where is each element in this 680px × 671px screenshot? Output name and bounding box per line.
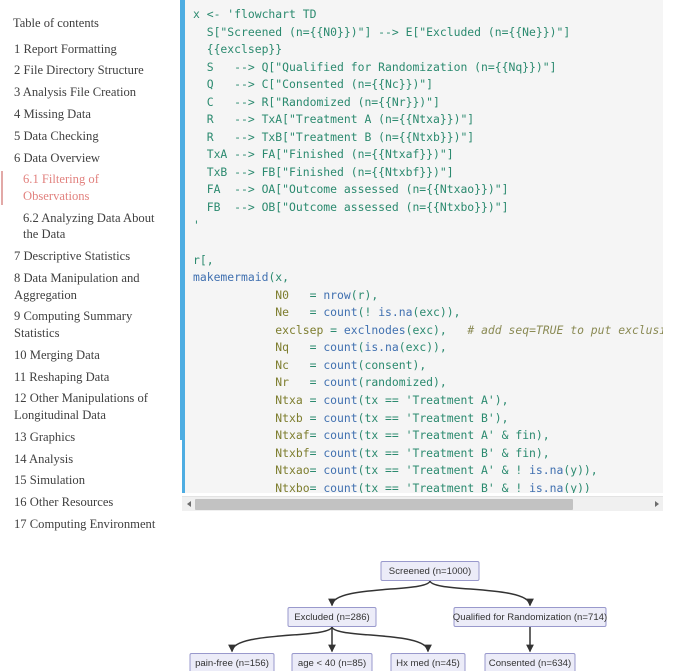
toc-item-16[interactable]: 15 Simulation [10, 470, 170, 492]
toc-item-2[interactable]: 3 Analysis File Creation [10, 82, 170, 104]
toc-item-12[interactable]: 11 Reshaping Data [10, 366, 170, 388]
flowchart-edge-S-Q [429, 580, 534, 607]
flowchart-edge-S-E [328, 580, 431, 607]
flowchart-node-S[interactable]: Screened (n=1000) [380, 561, 480, 581]
code-horizontal-scrollbar[interactable] [182, 496, 663, 511]
mermaid-flowchart: Screened (n=1000) Excluded (n=286) Qualifi… [0, 548, 680, 671]
scrollbar-thumb[interactable] [195, 498, 573, 510]
scroll-left-arrow-icon[interactable] [182, 497, 195, 512]
flowchart-nodes: Screened (n=1000) Excluded (n=286) Qualifi… [189, 561, 607, 671]
toc-item-18[interactable]: 17 Computing Environment [10, 513, 170, 535]
flowchart-node-E[interactable]: Excluded (n=286) [287, 607, 377, 627]
toc-item-8[interactable]: 7 Descriptive Statistics [10, 246, 170, 268]
toc-item-4[interactable]: 5 Data Checking [10, 125, 170, 147]
flowchart-node-X3[interactable]: Hx med (n=45) [390, 653, 466, 671]
flowchart-edge-E-X1 [228, 626, 333, 653]
toc-item-9[interactable]: 8 Data Manipulation and Aggregation [10, 267, 170, 305]
node-label: Excluded (n=286) [294, 612, 369, 623]
node-label: Consented (n=634) [489, 658, 571, 669]
toc-item-1[interactable]: 2 File Directory Structure [10, 60, 170, 82]
toc-item-15[interactable]: 14 Analysis [10, 448, 170, 470]
toc-item-6[interactable]: 6.1 Filtering of Observations [1, 169, 170, 207]
toc-list: 1 Report Formatting 2 File Directory Stru… [1, 38, 170, 535]
flowchart-node-Q[interactable]: Qualified for Randomization (n=714) [453, 607, 607, 627]
node-label: pain-free (n=156) [195, 658, 269, 669]
toc-title: Table of contents [13, 16, 99, 30]
node-label: Qualified for Randomization (n=714) [453, 612, 607, 623]
toc-item-3[interactable]: 4 Missing Data [10, 103, 170, 125]
toc-item-0[interactable]: 1 Report Formatting [10, 38, 170, 60]
toc-item-5[interactable]: 6 Data Overview [10, 147, 170, 169]
toc-item-11[interactable]: 10 Merging Data [10, 344, 170, 366]
toc-item-14[interactable]: 13 Graphics [10, 426, 170, 448]
node-label: Hx med (n=45) [396, 658, 460, 669]
page-root: Table of contents 1 Report Formatting 2 F… [0, 0, 680, 671]
toc-item-7[interactable]: 6.2 Analyzing Data About the Data [10, 207, 170, 245]
scrollbar-track[interactable] [195, 498, 650, 510]
code-block[interactable]: x <- 'flowchart TD S["Screened (n={{N0}}… [182, 0, 663, 493]
toc-item-10[interactable]: 9 Computing Summary Statistics [10, 306, 170, 344]
toc-item-17[interactable]: 16 Other Resources [10, 492, 170, 514]
flowchart-node-X2[interactable]: age < 40 (n=85) [291, 653, 373, 671]
code-block-container: x <- 'flowchart TD S["Screened (n={{N0}}… [182, 0, 663, 510]
flowchart-node-C[interactable]: Consented (n=634) [484, 653, 576, 671]
code-content: x <- 'flowchart TD S["Screened (n={{N0}}… [193, 7, 663, 493]
toc-item-13[interactable]: 12 Other Manipulations of Longitudinal D… [10, 388, 170, 426]
node-label: Screened (n=1000) [389, 566, 471, 577]
table-of-contents-sidebar: Table of contents 1 Report Formatting 2 F… [0, 0, 182, 531]
flowchart-node-X1[interactable]: pain-free (n=156) [189, 653, 275, 671]
node-label: age < 40 (n=85) [298, 658, 366, 669]
flowchart-edge-E-X3 [331, 626, 432, 653]
flowchart-svg: Screened (n=1000) Excluded (n=286) Qualifi… [189, 561, 607, 671]
scroll-right-arrow-icon[interactable] [650, 497, 663, 512]
